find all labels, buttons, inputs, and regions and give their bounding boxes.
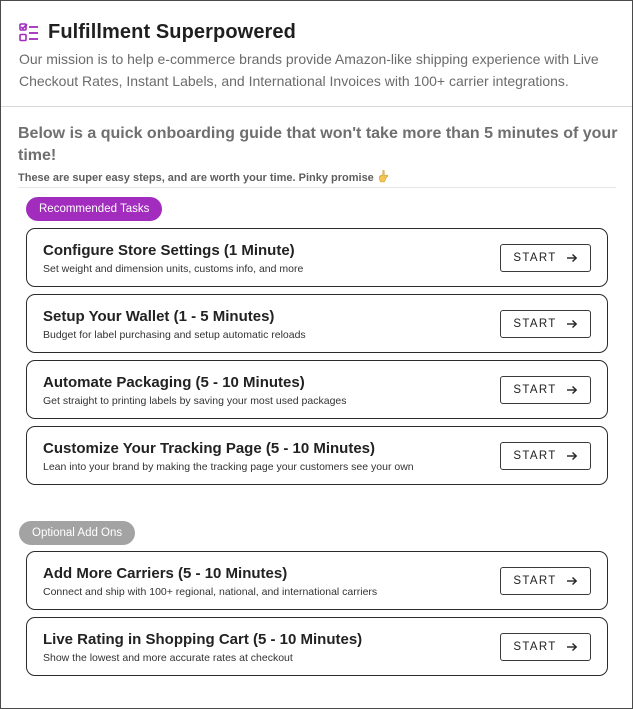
- start-button[interactable]: START: [500, 244, 591, 272]
- task-description: Get straight to printing labels by savin…: [43, 395, 347, 407]
- task-title: Configure Store Settings (1 Minute): [43, 242, 295, 259]
- checklist-icon: [19, 22, 39, 43]
- task-description: Budget for label purchasing and setup au…: [43, 329, 306, 341]
- start-button[interactable]: START: [500, 310, 591, 338]
- start-button-label: START: [513, 641, 557, 653]
- arrow-right-icon: [566, 642, 578, 652]
- task-title: Setup Your Wallet (1 - 5 Minutes): [43, 308, 275, 325]
- optional-add-ons-badge: Optional Add Ons: [19, 521, 136, 545]
- task-card-tracking-page: Customize Your Tracking Page (5 - 10 Min…: [26, 426, 608, 485]
- task-description: Set weight and dimension units, customs …: [43, 263, 304, 275]
- start-button[interactable]: START: [500, 567, 591, 595]
- arrow-right-icon: [566, 576, 578, 586]
- title-row: Fulfillment Superpowered: [19, 21, 296, 44]
- header: Fulfillment Superpowered Our mission is …: [1, 1, 632, 107]
- mission-text: Our mission is to help e-commerce brands…: [19, 51, 599, 89]
- start-button-label: START: [513, 252, 557, 264]
- arrow-right-icon: [566, 385, 578, 395]
- task-card-packaging: Automate Packaging (5 - 10 Minutes) Get …: [26, 360, 608, 419]
- start-button-label: START: [513, 575, 557, 587]
- task-card-live-rating: Live Rating in Shopping Cart (5 - 10 Min…: [26, 617, 608, 676]
- start-button-label: START: [513, 318, 557, 330]
- start-button-label: START: [513, 450, 557, 462]
- start-button[interactable]: START: [500, 442, 591, 470]
- task-card-store-settings: Configure Store Settings (1 Minute) Set …: [26, 228, 608, 287]
- start-button[interactable]: START: [500, 633, 591, 661]
- guide-heading: Below is a quick onboarding guide that w…: [18, 125, 618, 164]
- task-card-carriers: Add More Carriers (5 - 10 Minutes) Conne…: [26, 551, 608, 610]
- start-button-label: START: [513, 384, 557, 396]
- task-title: Add More Carriers (5 - 10 Minutes): [43, 565, 288, 582]
- guide-subtext-label: These are super easy steps, and are wort…: [18, 171, 374, 184]
- task-title: Customize Your Tracking Page (5 - 10 Min…: [43, 440, 376, 457]
- divider: [18, 187, 616, 188]
- pinky-promise-hand-icon: [378, 169, 390, 186]
- onboarding-panel: Fulfillment Superpowered Our mission is …: [0, 0, 633, 709]
- arrow-right-icon: [566, 253, 578, 263]
- task-title: Live Rating in Shopping Cart (5 - 10 Min…: [43, 631, 363, 648]
- start-button[interactable]: START: [500, 376, 591, 404]
- task-description: Show the lowest and more accurate rates …: [43, 652, 293, 664]
- guide-subtext: These are super easy steps, and are wort…: [18, 169, 390, 186]
- task-card-wallet: Setup Your Wallet (1 - 5 Minutes) Budget…: [26, 294, 608, 353]
- task-description: Connect and ship with 100+ regional, nat…: [43, 586, 378, 598]
- recommended-tasks-badge: Recommended Tasks: [26, 197, 163, 221]
- task-title: Automate Packaging (5 - 10 Minutes): [43, 374, 305, 391]
- arrow-right-icon: [566, 319, 578, 329]
- page-title: Fulfillment Superpowered: [48, 21, 296, 43]
- task-description: Lean into your brand by making the track…: [43, 461, 414, 473]
- arrow-right-icon: [566, 451, 578, 461]
